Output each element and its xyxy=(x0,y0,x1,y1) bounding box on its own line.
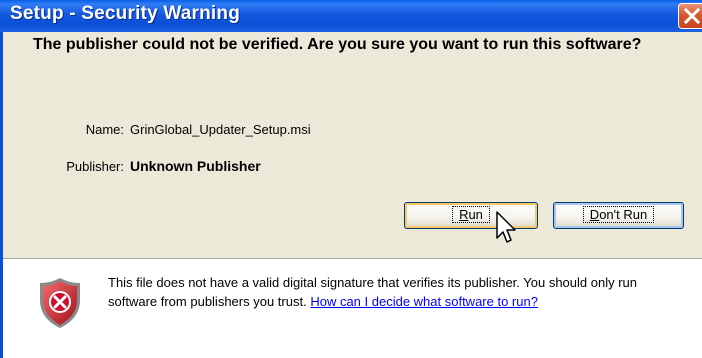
run-button-label: Run xyxy=(452,206,490,223)
publisher-value: Unknown Publisher xyxy=(130,158,261,174)
title-bar[interactable]: Setup - Security Warning xyxy=(0,0,702,32)
close-icon xyxy=(684,8,700,24)
close-button[interactable] xyxy=(678,3,702,29)
mouse-pointer-icon xyxy=(496,211,516,243)
name-value: GrinGlobal_Updater_Setup.msi xyxy=(130,122,311,137)
dont-run-button-label: Don't Run xyxy=(582,206,655,223)
help-link[interactable]: How can I decide what software to run? xyxy=(310,294,538,309)
window-title: Setup - Security Warning xyxy=(10,3,241,24)
publisher-label: Publisher: xyxy=(66,159,124,174)
dont-run-button[interactable]: Don't Run xyxy=(553,202,684,229)
shield-error-icon xyxy=(40,278,80,328)
warning-message: This file does not have a valid digital … xyxy=(108,273,673,311)
name-label: Name: xyxy=(85,122,124,137)
verification-question: The publisher could not be verified. Are… xyxy=(33,36,642,53)
